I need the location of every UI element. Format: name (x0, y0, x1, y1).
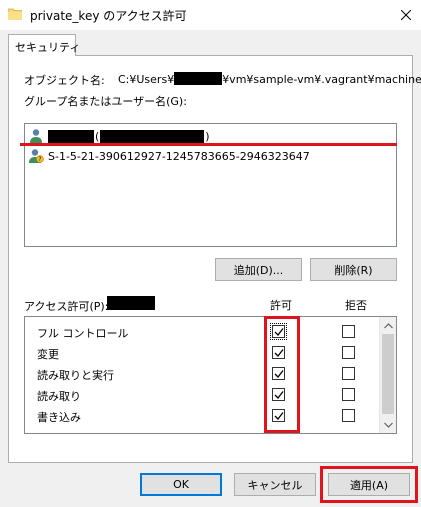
permission-label: 変更 (37, 348, 59, 361)
chevron-up-icon (384, 322, 393, 328)
add-button[interactable]: 追加(D)... (215, 258, 302, 281)
list-item-user-2[interactable]: ? S-1-5-21-390612927-1245783665-29463236… (28, 147, 393, 165)
permission-label: 読み取りと実行 (37, 369, 114, 382)
unknown-user-icon: ? (29, 149, 44, 163)
remove-button[interactable]: 削除(R) (310, 258, 397, 281)
permissions-label: アクセス許可(P): (24, 300, 109, 313)
scroll-down-button[interactable] (380, 416, 397, 433)
user-list[interactable]: ( ) ? S-1-5-21-390612927-1245783665-2946… (24, 123, 397, 247)
folder-icon (8, 8, 22, 20)
deny-checkbox-write[interactable] (342, 409, 355, 422)
allow-column-highlight (264, 316, 300, 433)
allow-column-header: 許可 (270, 299, 292, 312)
paren-close: ) (205, 129, 210, 143)
deny-column-header: 拒否 (345, 299, 367, 312)
permission-row-modify: 変更 (25, 342, 377, 363)
scroll-thumb[interactable] (382, 334, 394, 414)
paren-open: ( (95, 129, 100, 143)
redacted-username (174, 72, 223, 85)
highlight-underline (20, 143, 397, 146)
tab-security[interactable]: セキュリティ (8, 34, 80, 56)
chevron-down-icon (384, 422, 393, 428)
deny-checkbox-read[interactable] (342, 388, 355, 401)
permission-label: 読み取り (37, 390, 81, 403)
permission-scrollbar[interactable] (379, 317, 396, 433)
ok-button[interactable]: OK (140, 473, 222, 496)
cancel-button[interactable]: キャンセル (234, 473, 316, 496)
close-icon (401, 10, 411, 20)
svg-text:?: ? (38, 156, 41, 163)
tab-security-label: セキュリティ (15, 41, 81, 54)
object-path: C:¥Users¥ ¥vm¥sample-vm¥.vagrant¥machine (118, 72, 421, 86)
close-button[interactable] (391, 0, 421, 30)
deny-checkbox-read-execute[interactable] (342, 367, 355, 380)
permission-row-read: 読み取り (25, 384, 377, 405)
title-bar: private_key のアクセス許可 (0, 0, 421, 30)
object-path-prefix: C:¥Users¥ (118, 73, 175, 86)
scroll-up-button[interactable] (380, 317, 397, 334)
permission-label: フル コントロール (37, 327, 129, 340)
user-icon (30, 129, 42, 143)
permission-row-read-execute: 読み取りと実行 (25, 363, 377, 384)
user-sid: S-1-5-21-390612927-1245783665-2946323647 (48, 149, 310, 163)
permission-row-full-control: フル コントロール (25, 321, 377, 342)
permission-row-write: 書き込み (25, 405, 377, 426)
group-list-label: グループ名またはユーザー名(G): (24, 95, 187, 108)
object-name-label: オブジェクト名: (24, 74, 105, 87)
permission-list: フル コントロール 変更 読み取りと実行 読み取り 書き込み (24, 316, 397, 434)
redacted-user-name (48, 129, 94, 143)
apply-button-highlight (320, 466, 418, 503)
redacted-user-account (100, 129, 205, 143)
object-path-suffix: ¥vm¥sample-vm¥.vagrant¥machine (222, 73, 421, 86)
redacted-selected-user (107, 296, 155, 310)
deny-checkbox-modify[interactable] (342, 346, 355, 359)
deny-checkbox-full-control[interactable] (342, 325, 355, 338)
permission-label: 書き込み (37, 411, 81, 424)
window-title: private_key のアクセス許可 (30, 9, 187, 23)
